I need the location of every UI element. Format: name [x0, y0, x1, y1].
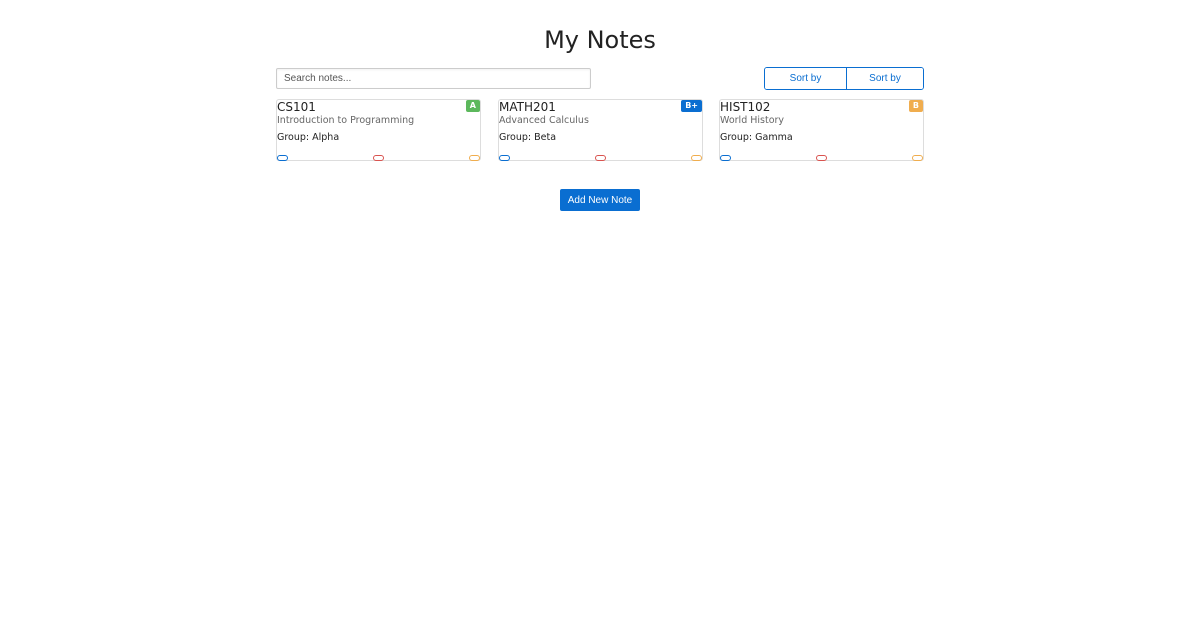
- search-input[interactable]: [276, 68, 591, 89]
- sort-by-course-button[interactable]: Sort by Course: [765, 68, 846, 89]
- grade-badge: B: [908, 100, 923, 112]
- view-note-button[interactable]: [277, 155, 288, 161]
- note-card: HIST102 B World History Group: Gamma: [719, 99, 924, 161]
- sort-by-grade-button[interactable]: Sort by Grade: [846, 68, 923, 89]
- edit-note-button[interactable]: [691, 155, 702, 161]
- note-group: Group: Beta: [499, 132, 557, 143]
- delete-note-button[interactable]: [595, 155, 606, 161]
- note-course-title: Introduction to Programming: [277, 115, 415, 126]
- grade-badge: A: [465, 100, 480, 112]
- view-note-button[interactable]: [499, 155, 510, 161]
- view-note-button[interactable]: [720, 155, 731, 161]
- delete-note-button[interactable]: [373, 155, 384, 161]
- edit-note-button[interactable]: [469, 155, 480, 161]
- note-card: MATH201 B+ Advanced Calculus Group: Beta: [498, 99, 703, 161]
- sort-button-group: Sort by Course Sort by Grade: [764, 67, 924, 90]
- note-group: Group: Alpha: [277, 132, 340, 143]
- note-course-code: HIST102: [720, 100, 771, 114]
- note-card: CS101 A Introduction to Programming Grou…: [276, 99, 481, 161]
- note-course-code: MATH201: [499, 100, 556, 114]
- add-new-note-button[interactable]: Add New Note: [560, 189, 640, 211]
- grade-badge: B+: [681, 100, 702, 112]
- note-course-code: CS101: [277, 100, 316, 114]
- note-course-title: Advanced Calculus: [499, 115, 589, 126]
- delete-note-button[interactable]: [816, 155, 827, 161]
- note-group: Group: Gamma: [720, 132, 793, 143]
- edit-note-button[interactable]: [912, 155, 923, 161]
- note-course-title: World History: [720, 115, 785, 126]
- page-title: My Notes: [544, 26, 656, 54]
